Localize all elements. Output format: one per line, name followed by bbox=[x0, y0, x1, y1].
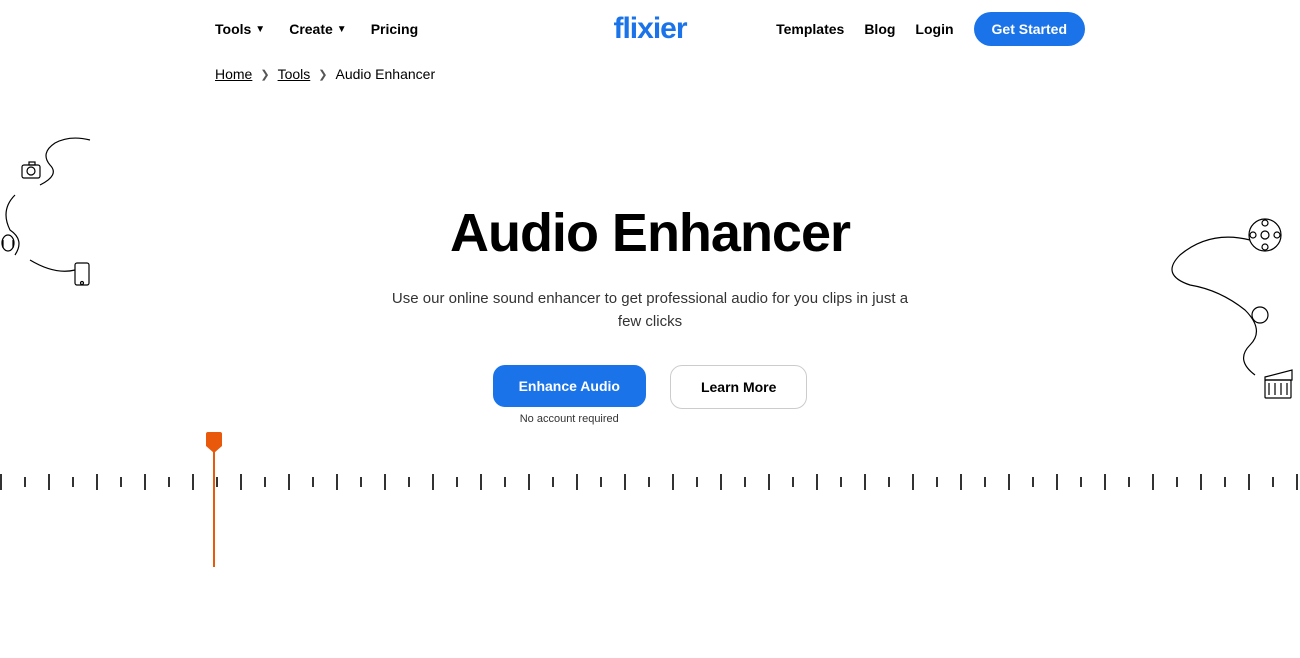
chevron-right-icon: ❯ bbox=[318, 68, 327, 81]
logo[interactable]: flixier bbox=[613, 12, 686, 46]
tick bbox=[288, 474, 290, 490]
tick bbox=[960, 474, 962, 490]
doodle-camera-illustration bbox=[0, 135, 130, 315]
tick bbox=[336, 474, 338, 490]
nav-pricing-label: Pricing bbox=[371, 21, 418, 37]
tick bbox=[1056, 474, 1058, 490]
tick bbox=[1008, 474, 1010, 490]
nav-blog[interactable]: Blog bbox=[864, 21, 895, 37]
nav-templates[interactable]: Templates bbox=[776, 21, 844, 37]
tick bbox=[312, 477, 314, 487]
tick bbox=[1296, 474, 1298, 490]
tick bbox=[240, 474, 242, 490]
tick bbox=[840, 477, 842, 487]
button-note: No account required bbox=[520, 413, 619, 425]
tick bbox=[0, 474, 2, 490]
tick bbox=[24, 477, 26, 487]
tick bbox=[384, 474, 386, 490]
enhance-audio-button[interactable]: Enhance Audio bbox=[493, 365, 646, 407]
tick bbox=[648, 477, 650, 487]
learn-more-button[interactable]: Learn More bbox=[670, 365, 807, 409]
tick bbox=[1152, 474, 1154, 490]
tick bbox=[624, 474, 626, 490]
tick bbox=[456, 477, 458, 487]
tick bbox=[552, 477, 554, 487]
hero-buttons: Enhance Audio No account required Learn … bbox=[20, 365, 1280, 425]
nav-right: Templates Blog Login Get Started bbox=[776, 12, 1085, 46]
get-started-button[interactable]: Get Started bbox=[974, 12, 1085, 46]
tick bbox=[936, 477, 938, 487]
tick bbox=[504, 477, 506, 487]
tick bbox=[1032, 477, 1034, 487]
nav-create-label: Create bbox=[289, 21, 333, 37]
breadcrumb: Home ❯ Tools ❯ Audio Enhancer bbox=[0, 66, 1300, 82]
tick bbox=[96, 474, 98, 490]
tick bbox=[1224, 477, 1226, 487]
tick bbox=[792, 477, 794, 487]
tick bbox=[600, 477, 602, 487]
primary-button-group: Enhance Audio No account required bbox=[493, 365, 646, 425]
header: Tools ▼ Create ▼ Pricing flixier Templat… bbox=[0, 0, 1300, 58]
nav-pricing[interactable]: Pricing bbox=[371, 21, 418, 37]
tick bbox=[1128, 477, 1130, 487]
tick bbox=[72, 477, 74, 487]
tick bbox=[864, 474, 866, 490]
nav-create[interactable]: Create ▼ bbox=[289, 21, 347, 37]
tick bbox=[1104, 474, 1106, 490]
tick bbox=[984, 477, 986, 487]
chevron-down-icon: ▼ bbox=[337, 24, 347, 35]
tick bbox=[216, 477, 218, 487]
nav-left: Tools ▼ Create ▼ Pricing bbox=[215, 21, 418, 37]
nav-tools-label: Tools bbox=[215, 21, 251, 37]
chevron-down-icon: ▼ bbox=[255, 24, 265, 35]
breadcrumb-current: Audio Enhancer bbox=[335, 66, 435, 82]
timeline-ticks[interactable] bbox=[0, 474, 1300, 494]
hero: Audio Enhancer Use our online sound enha… bbox=[0, 202, 1300, 425]
tick bbox=[1080, 477, 1082, 487]
tick bbox=[408, 477, 410, 487]
tick bbox=[264, 477, 266, 487]
playhead-line bbox=[213, 432, 215, 567]
tick bbox=[48, 474, 50, 490]
timeline bbox=[0, 432, 1300, 632]
tick bbox=[1200, 474, 1202, 490]
tick bbox=[192, 474, 194, 490]
tick bbox=[168, 477, 170, 487]
tick bbox=[1272, 477, 1274, 487]
tick bbox=[360, 477, 362, 487]
tick bbox=[912, 474, 914, 490]
doodle-film-illustration bbox=[1150, 215, 1300, 415]
tick bbox=[744, 477, 746, 487]
tick bbox=[144, 474, 146, 490]
chevron-right-icon: ❯ bbox=[260, 68, 269, 81]
breadcrumb-tools[interactable]: Tools bbox=[278, 66, 311, 82]
tick bbox=[672, 474, 674, 490]
tick bbox=[1176, 477, 1178, 487]
tick bbox=[480, 474, 482, 490]
tick bbox=[768, 474, 770, 490]
tick bbox=[576, 474, 578, 490]
tick bbox=[720, 474, 722, 490]
breadcrumb-home[interactable]: Home bbox=[215, 66, 252, 82]
nav-tools[interactable]: Tools ▼ bbox=[215, 21, 265, 37]
tick bbox=[888, 477, 890, 487]
tick bbox=[120, 477, 122, 487]
tick bbox=[816, 474, 818, 490]
page-title: Audio Enhancer bbox=[20, 202, 1280, 264]
tick bbox=[696, 477, 698, 487]
nav-login[interactable]: Login bbox=[915, 21, 953, 37]
hero-subtitle: Use our online sound enhancer to get pro… bbox=[380, 288, 920, 333]
tick bbox=[1248, 474, 1250, 490]
tick bbox=[432, 474, 434, 490]
tick bbox=[528, 474, 530, 490]
